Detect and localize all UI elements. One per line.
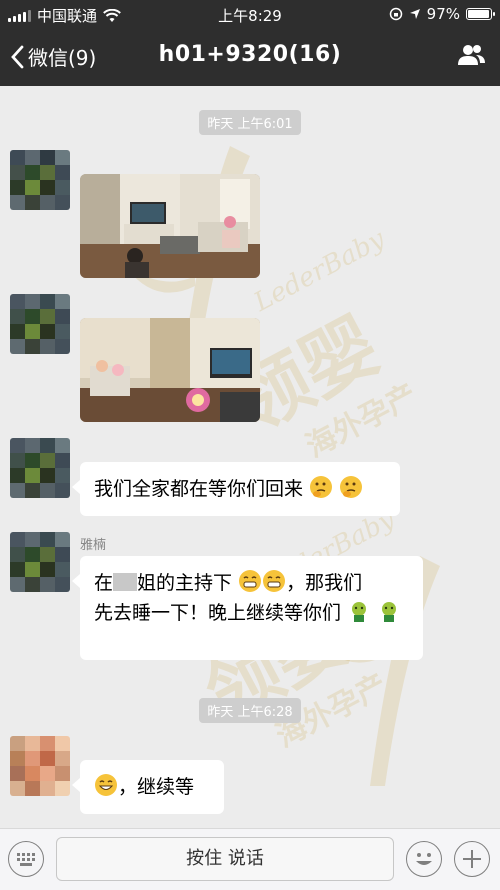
avatar[interactable] bbox=[10, 736, 70, 796]
plant-icon bbox=[352, 602, 367, 622]
timestamp-label: 昨天 上午6:28 bbox=[199, 698, 301, 723]
chat-area[interactable]: LederBaby 领婴 海外孕产 LederBaby 领婴 海外孕产 昨天 上… bbox=[0, 86, 500, 828]
keyboard-icon bbox=[17, 853, 35, 866]
message-text: 我们全家都在等你们回来 bbox=[94, 478, 304, 500]
grin-face-icon bbox=[239, 570, 262, 592]
image-message[interactable] bbox=[80, 318, 260, 422]
battery-icon bbox=[466, 8, 495, 20]
message-text: 先去睡一下！晚上继续等你们 bbox=[94, 602, 342, 624]
plant-icon bbox=[382, 602, 397, 622]
timestamp: 昨天 上午6:01 bbox=[0, 110, 500, 135]
emoji-button[interactable] bbox=[406, 841, 442, 877]
avatar[interactable] bbox=[10, 150, 70, 210]
message-line-1: 在 姐的主持下 ，那我们 bbox=[94, 568, 409, 598]
photo-living-room bbox=[80, 174, 260, 278]
more-button[interactable] bbox=[454, 841, 490, 877]
message-text: 在 bbox=[94, 572, 114, 594]
thinking-face-icon bbox=[310, 476, 333, 498]
image-message[interactable] bbox=[80, 174, 260, 278]
chat-title: h01+9320(16) bbox=[158, 42, 342, 67]
keyboard-button[interactable] bbox=[8, 841, 44, 877]
group-info-button[interactable] bbox=[456, 44, 486, 70]
emoji-icon bbox=[416, 853, 432, 865]
message-line-2: 先去睡一下！晚上继续等你们 bbox=[94, 598, 409, 628]
redacted-name bbox=[113, 573, 138, 591]
text-message[interactable]: 我们全家都在等你们回来 bbox=[72, 462, 400, 516]
avatar[interactable] bbox=[10, 438, 70, 498]
nav-bar: 微信(9) h01+9320(16) bbox=[0, 28, 500, 86]
hold-to-talk-button[interactable]: 按住 说话 bbox=[56, 837, 394, 881]
grin-face-icon bbox=[263, 570, 286, 592]
timestamp-label: 昨天 上午6:01 bbox=[199, 110, 301, 135]
timestamp: 昨天 上午6:28 bbox=[0, 698, 500, 723]
location-icon bbox=[409, 9, 420, 19]
message-text: ，那我们 bbox=[286, 572, 363, 594]
text-message[interactable]: ，继续等 bbox=[72, 760, 224, 814]
status-bar: 中国联通 上午8:29 97% bbox=[0, 0, 500, 28]
group-people-icon bbox=[458, 45, 485, 65]
lock-rotation-icon bbox=[389, 7, 402, 21]
watermark-text-en: LederBaby bbox=[249, 224, 390, 318]
avatar[interactable] bbox=[10, 294, 70, 354]
message-text: ，继续等 bbox=[118, 776, 195, 798]
thinking-face-icon bbox=[340, 476, 363, 498]
watermark-text-cn-small: 海外孕产 bbox=[300, 377, 423, 465]
smile-face-icon bbox=[95, 774, 117, 796]
plus-icon bbox=[463, 850, 481, 868]
avatar[interactable] bbox=[10, 532, 70, 592]
message-text: 姐的主持下 bbox=[137, 572, 233, 594]
input-bar: 按住 说话 bbox=[0, 828, 500, 890]
text-message[interactable]: 在 姐的主持下 ，那我们 先去睡一下！晚上继续等你们 bbox=[72, 556, 423, 660]
photo-living-room-2 bbox=[80, 318, 260, 422]
sender-name: 雅楠 bbox=[80, 538, 107, 553]
battery-percent: 97% bbox=[426, 5, 460, 23]
